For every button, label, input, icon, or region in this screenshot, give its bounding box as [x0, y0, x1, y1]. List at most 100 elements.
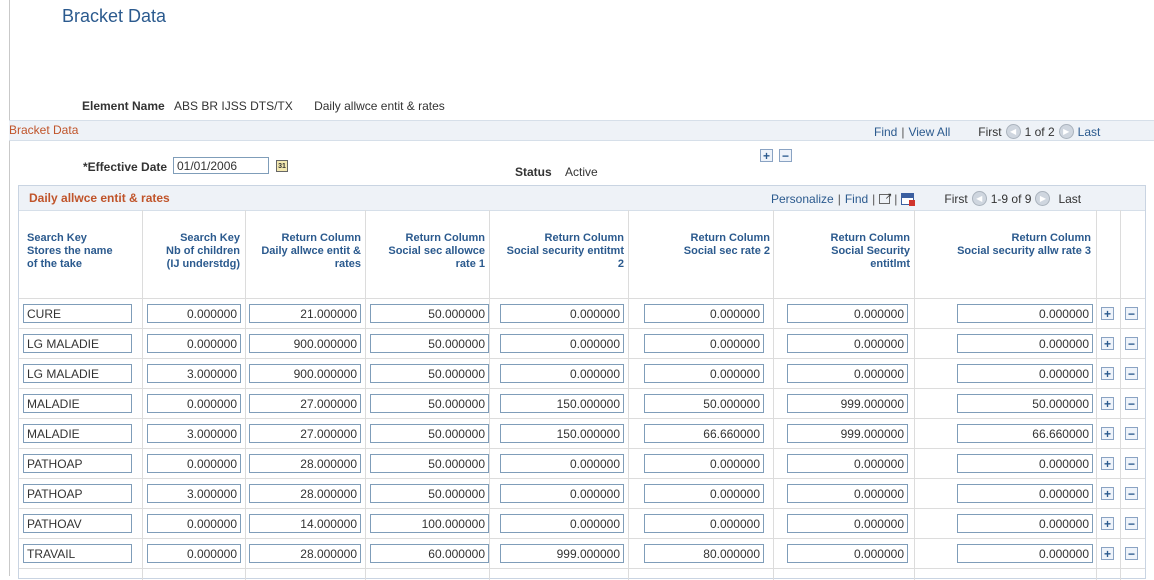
- column-header-5[interactable]: Return Column Social security entitmt 2: [491, 232, 624, 271]
- row-value-field-6[interactable]: [787, 424, 908, 443]
- previous-icon[interactable]: ◀: [1005, 124, 1021, 139]
- add-effective-row-button[interactable]: +: [760, 149, 773, 162]
- add-row-button[interactable]: +: [1101, 457, 1114, 470]
- column-header-6[interactable]: Return Column Social sec rate 2: [630, 232, 770, 258]
- row-value-field-3[interactable]: [370, 514, 489, 533]
- delete-row-button[interactable]: −: [1125, 367, 1138, 380]
- column-header-1[interactable]: Search Key Stores the name of the take: [27, 232, 137, 271]
- find-link[interactable]: Find: [874, 125, 897, 139]
- row-value-field-5[interactable]: [644, 484, 764, 503]
- search-key-name-field[interactable]: [23, 514, 132, 533]
- delete-row-button[interactable]: −: [1125, 517, 1138, 530]
- row-value-field-6[interactable]: [787, 364, 908, 383]
- row-value-field-3[interactable]: [370, 394, 489, 413]
- delete-row-button[interactable]: −: [1125, 457, 1138, 470]
- row-value-field-4[interactable]: [500, 394, 624, 413]
- column-header-2[interactable]: Search Key Nb of children (IJ understdg): [144, 232, 240, 271]
- row-value-field-1[interactable]: [147, 424, 241, 443]
- search-key-name-field[interactable]: [23, 484, 132, 503]
- column-header-7[interactable]: Return Column Social Security entitlmt: [775, 232, 910, 271]
- row-value-field-1[interactable]: [147, 514, 241, 533]
- row-value-field-2[interactable]: [249, 454, 361, 473]
- row-value-field-7[interactable]: [957, 424, 1093, 443]
- download-spreadsheet-icon[interactable]: [901, 192, 916, 206]
- row-value-field-7[interactable]: [957, 334, 1093, 353]
- row-value-field-5[interactable]: [644, 394, 764, 413]
- delete-row-button[interactable]: −: [1125, 397, 1138, 410]
- row-value-field-3[interactable]: [370, 364, 489, 383]
- row-value-field-4[interactable]: [500, 454, 624, 473]
- row-value-field-5[interactable]: [644, 454, 764, 473]
- row-value-field-2[interactable]: [249, 334, 361, 353]
- row-value-field-6[interactable]: [787, 514, 908, 533]
- row-value-field-1[interactable]: [147, 304, 241, 323]
- add-row-button[interactable]: +: [1101, 487, 1114, 500]
- add-row-button[interactable]: +: [1101, 307, 1114, 320]
- row-value-field-5[interactable]: [644, 304, 764, 323]
- row-value-field-5[interactable]: [644, 544, 764, 563]
- row-value-field-5[interactable]: [644, 514, 764, 533]
- row-value-field-4[interactable]: [500, 544, 624, 563]
- search-key-name-field[interactable]: [23, 304, 132, 323]
- search-key-name-field[interactable]: [23, 364, 132, 383]
- calendar-icon[interactable]: 31: [276, 160, 288, 172]
- row-value-field-5[interactable]: [644, 334, 764, 353]
- grid-next-icon[interactable]: ▶: [1035, 191, 1051, 206]
- add-row-button[interactable]: +: [1101, 517, 1114, 530]
- search-key-name-field[interactable]: [23, 424, 132, 443]
- grid-find-link[interactable]: Find: [845, 192, 868, 206]
- search-key-name-field[interactable]: [23, 334, 132, 353]
- row-value-field-7[interactable]: [957, 514, 1093, 533]
- row-value-field-4[interactable]: [500, 484, 624, 503]
- row-value-field-5[interactable]: [644, 424, 764, 443]
- effective-date-input[interactable]: [173, 157, 269, 174]
- row-value-field-2[interactable]: [249, 424, 361, 443]
- row-value-field-3[interactable]: [370, 544, 489, 563]
- view-all-link[interactable]: View All: [908, 125, 950, 139]
- row-value-field-2[interactable]: [249, 484, 361, 503]
- row-value-field-2[interactable]: [249, 544, 361, 563]
- column-header-8[interactable]: Return Column Social security allw rate …: [916, 232, 1091, 258]
- row-value-field-1[interactable]: [147, 454, 241, 473]
- row-value-field-6[interactable]: [787, 394, 908, 413]
- column-header-4[interactable]: Return Column Social sec allowce rate 1: [367, 232, 485, 271]
- grid-previous-icon[interactable]: ◀: [971, 191, 987, 206]
- row-value-field-4[interactable]: [500, 364, 624, 383]
- remove-effective-row-button[interactable]: −: [779, 149, 792, 162]
- add-row-button[interactable]: +: [1101, 547, 1114, 560]
- row-value-field-1[interactable]: [147, 364, 241, 383]
- add-row-button[interactable]: +: [1101, 337, 1114, 350]
- next-icon[interactable]: ▶: [1058, 124, 1074, 139]
- row-value-field-3[interactable]: [370, 454, 489, 473]
- row-value-field-3[interactable]: [370, 424, 489, 443]
- add-row-button[interactable]: +: [1101, 397, 1114, 410]
- row-value-field-6[interactable]: [787, 304, 908, 323]
- row-value-field-6[interactable]: [787, 484, 908, 503]
- row-value-field-6[interactable]: [787, 334, 908, 353]
- row-value-field-2[interactable]: [249, 514, 361, 533]
- row-value-field-5[interactable]: [644, 364, 764, 383]
- row-value-field-4[interactable]: [500, 304, 624, 323]
- row-value-field-2[interactable]: [249, 394, 361, 413]
- search-key-name-field[interactable]: [23, 544, 132, 563]
- delete-row-button[interactable]: −: [1125, 547, 1138, 560]
- row-value-field-4[interactable]: [500, 514, 624, 533]
- personalize-link[interactable]: Personalize: [771, 192, 834, 206]
- delete-row-button[interactable]: −: [1125, 427, 1138, 440]
- row-value-field-1[interactable]: [147, 544, 241, 563]
- column-header-3[interactable]: Return Column Daily allwce entit & rates: [247, 232, 361, 271]
- add-row-button[interactable]: +: [1101, 367, 1114, 380]
- row-value-field-7[interactable]: [957, 364, 1093, 383]
- search-key-name-field[interactable]: [23, 394, 132, 413]
- delete-row-button[interactable]: −: [1125, 337, 1138, 350]
- row-value-field-7[interactable]: [957, 484, 1093, 503]
- row-value-field-4[interactable]: [500, 424, 624, 443]
- row-value-field-4[interactable]: [500, 334, 624, 353]
- last-link[interactable]: Last: [1078, 125, 1101, 139]
- row-value-field-6[interactable]: [787, 544, 908, 563]
- row-value-field-1[interactable]: [147, 394, 241, 413]
- delete-row-button[interactable]: −: [1125, 487, 1138, 500]
- row-value-field-6[interactable]: [787, 454, 908, 473]
- row-value-field-1[interactable]: [147, 334, 241, 353]
- row-value-field-3[interactable]: [370, 304, 489, 323]
